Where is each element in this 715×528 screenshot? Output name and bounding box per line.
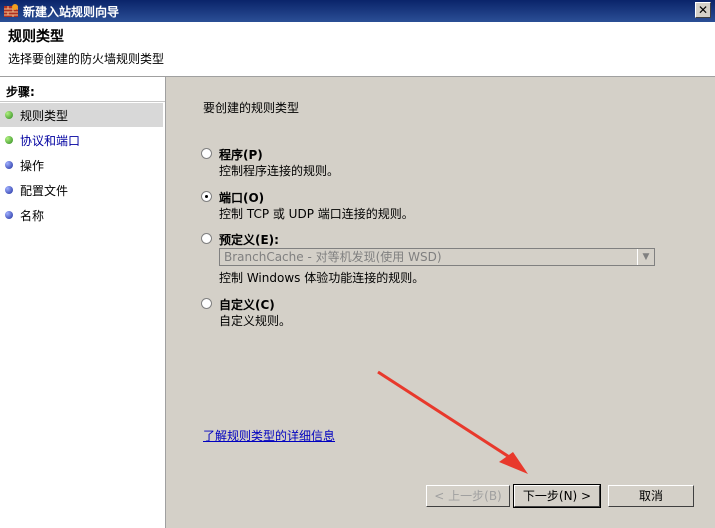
page-title: 规则类型 — [8, 29, 64, 45]
step-status-pending-icon — [5, 161, 13, 169]
firewall-app-icon — [4, 4, 18, 17]
help-link[interactable]: 了解规则类型的详细信息 — [203, 427, 335, 444]
step-status-complete-icon — [5, 111, 13, 119]
wizard-header: 规则类型 选择要创建的防火墙规则类型 — [0, 22, 715, 77]
step-rule-type[interactable]: 规则类型 — [0, 103, 163, 127]
close-button[interactable]: ✕ — [695, 2, 711, 18]
step-label: 规则类型 — [20, 108, 69, 123]
step-protocol-ports[interactable]: 协议和端口 — [0, 128, 163, 152]
step-action[interactable]: 操作 — [0, 153, 163, 177]
step-status-pending-icon — [5, 186, 13, 194]
predefined-select[interactable]: BranchCache - 对等机发现(使用 WSD) ▼ — [219, 248, 655, 266]
steps-title: 步骤: — [6, 85, 35, 99]
radio-port[interactable] — [201, 191, 212, 202]
step-status-pending-icon — [5, 211, 13, 219]
option-description: 控制程序连接的规则。 — [219, 164, 340, 178]
step-status-complete-icon — [5, 136, 13, 144]
option-description: 控制 TCP 或 UDP 端口连接的规则。 — [219, 207, 414, 221]
step-label: 名称 — [20, 208, 45, 223]
radio-predefined[interactable] — [201, 233, 212, 244]
page-subtitle: 选择要创建的防火墙规则类型 — [8, 52, 165, 66]
back-button[interactable]: < 上一步(B) — [426, 485, 510, 507]
next-button[interactable]: 下一步(N) > — [513, 484, 601, 508]
chevron-down-icon[interactable]: ▼ — [637, 249, 654, 265]
option-label: 自定义(C) — [219, 298, 275, 312]
window-title: 新建入站规则向导 — [23, 4, 120, 19]
step-label: 协议和端口 — [20, 133, 81, 148]
title-bar: 新建入站规则向导 ✕ — [0, 0, 715, 22]
step-profile[interactable]: 配置文件 — [0, 178, 163, 202]
option-label: 程序(P) — [219, 148, 263, 162]
step-label: 操作 — [20, 158, 45, 173]
cancel-button[interactable]: 取消 — [608, 485, 694, 507]
section-title: 要创建的规则类型 — [203, 101, 300, 115]
step-name[interactable]: 名称 — [0, 203, 163, 227]
steps-divider — [0, 101, 165, 102]
option-description: 控制 Windows 体验功能连接的规则。 — [219, 271, 425, 285]
radio-custom[interactable] — [201, 298, 212, 309]
option-description: 自定义规则。 — [219, 314, 292, 328]
main-panel: 要创建的规则类型 程序(P) 控制程序连接的规则。 端口(O) 控制 TCP 或… — [166, 77, 715, 528]
option-label: 预定义(E): — [219, 233, 279, 247]
option-label: 端口(O) — [219, 191, 265, 205]
step-label: 配置文件 — [20, 183, 69, 198]
steps-panel: 步骤: 规则类型 协议和端口 操作 配置文件 名称 — [0, 77, 166, 528]
select-value: BranchCache - 对等机发现(使用 WSD) — [224, 250, 442, 264]
radio-program[interactable] — [201, 148, 212, 159]
